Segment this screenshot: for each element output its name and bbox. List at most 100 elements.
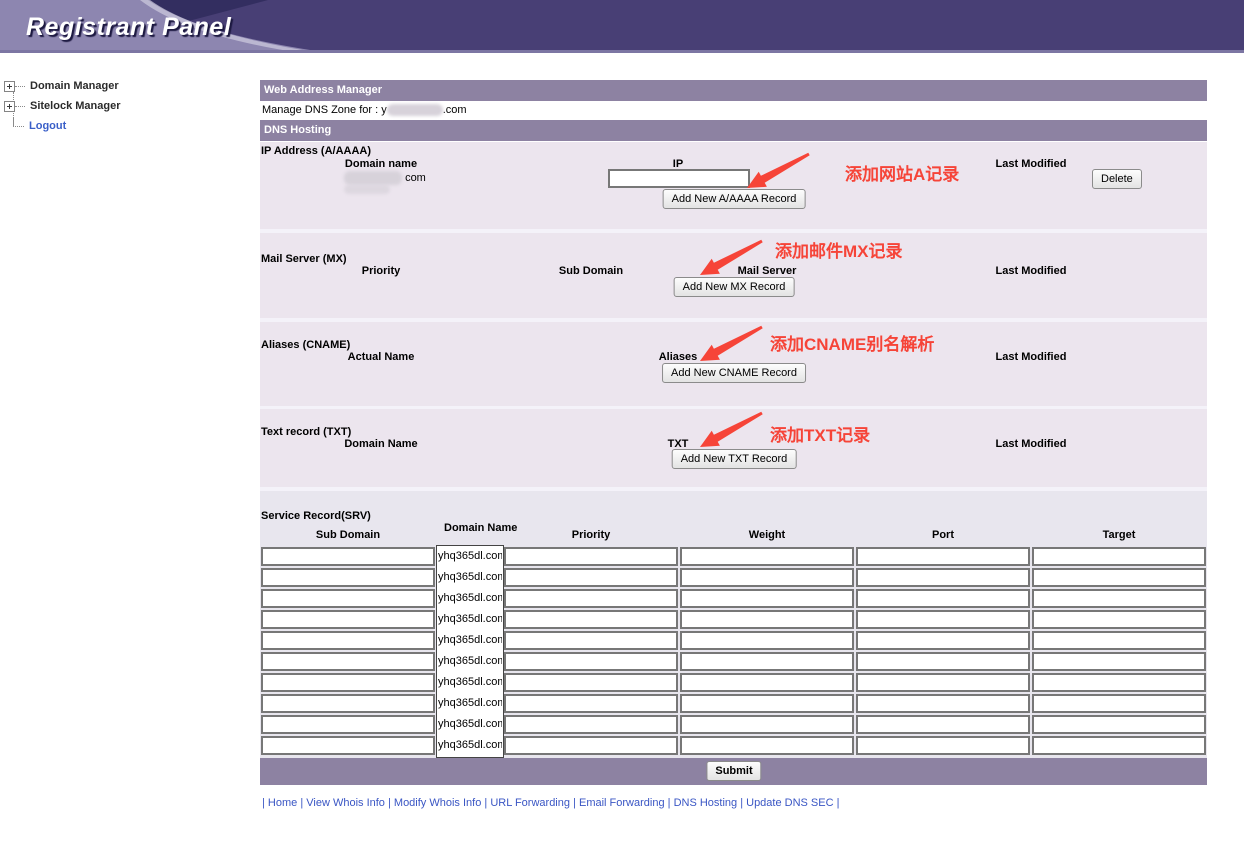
footer-link-dns-hosting[interactable]: DNS Hosting <box>674 797 738 809</box>
sidebar-item-label[interactable]: Domain Manager <box>30 80 119 92</box>
section-title: Service Record(SRV) <box>261 510 371 522</box>
srv-port-input[interactable] <box>856 652 1030 671</box>
srv-weight-input[interactable] <box>680 568 854 587</box>
srv-weight-input[interactable] <box>680 694 854 713</box>
sidebar-item-label[interactable]: Sitelock Manager <box>30 100 120 112</box>
footer-link-modify-whois-info[interactable]: Modify Whois Info <box>394 797 481 809</box>
srv-subdomain-input[interactable] <box>261 715 435 734</box>
srv-port-input[interactable] <box>856 736 1030 755</box>
srv-priority-input[interactable] <box>504 715 678 734</box>
srv-weight-input[interactable] <box>680 631 854 650</box>
red-arrow-icon <box>745 151 812 191</box>
srv-subdomain-input[interactable] <box>261 568 435 587</box>
tree-dash-icon <box>15 106 25 107</box>
srv-weight-input[interactable] <box>680 610 854 629</box>
srv-target-input[interactable] <box>1032 589 1206 608</box>
srv-priority-input[interactable] <box>504 673 678 692</box>
srv-target-input[interactable] <box>1032 736 1206 755</box>
tree-dash-icon <box>15 86 25 87</box>
srv-subdomain-input[interactable] <box>261 610 435 629</box>
web-address-manager-bar: Web Address Manager <box>260 80 1207 101</box>
srv-target-input[interactable] <box>1032 652 1206 671</box>
srv-priority-input[interactable] <box>504 610 678 629</box>
srv-weight-input[interactable] <box>680 715 854 734</box>
add-txt-record-button[interactable]: Add New TXT Record <box>672 449 797 469</box>
srv-priority-input[interactable] <box>504 568 678 587</box>
delete-a-record-button[interactable]: Delete <box>1092 169 1142 189</box>
submit-button[interactable]: Submit <box>706 761 761 781</box>
srv-row: yhq365dl.com <box>260 631 1207 652</box>
srv-weight-input[interactable] <box>680 736 854 755</box>
sidebar-item-sitelock-manager[interactable]: Sitelock Manager <box>4 98 120 114</box>
srv-port-input[interactable] <box>856 589 1030 608</box>
red-arrow-icon <box>698 238 765 278</box>
annotation-add-a-record: 添加网站A记录 <box>845 160 959 185</box>
srv-row: yhq365dl.com <box>260 589 1207 610</box>
srv-weight-input[interactable] <box>680 547 854 566</box>
srv-row: yhq365dl.com <box>260 673 1207 694</box>
srv-target-input[interactable] <box>1032 715 1206 734</box>
redacted-domain-blur <box>387 104 443 116</box>
srv-port-input[interactable] <box>856 631 1030 650</box>
srv-target-input[interactable] <box>1032 610 1206 629</box>
add-cname-record-button[interactable]: Add New CNAME Record <box>662 363 806 383</box>
srv-weight-input[interactable] <box>680 673 854 692</box>
column-header-priority: Priority <box>572 529 611 541</box>
srv-subdomain-input[interactable] <box>261 652 435 671</box>
red-arrow-icon <box>698 410 765 450</box>
srv-row: yhq365dl.com <box>260 610 1207 631</box>
add-a-record-button[interactable]: Add New A/AAAA Record <box>663 189 806 209</box>
footer-link-home[interactable]: Home <box>268 797 297 809</box>
srv-target-input[interactable] <box>1032 694 1206 713</box>
add-mx-record-button[interactable]: Add New MX Record <box>674 277 795 297</box>
srv-priority-input[interactable] <box>504 694 678 713</box>
srv-priority-input[interactable] <box>504 589 678 608</box>
srv-priority-input[interactable] <box>504 547 678 566</box>
column-header-last-modified: Last Modified <box>996 158 1067 170</box>
srv-target-input[interactable] <box>1032 568 1206 587</box>
column-header-aliases: Aliases <box>659 351 698 363</box>
column-header-weight: Weight <box>749 529 785 541</box>
srv-port-input[interactable] <box>856 673 1030 692</box>
expand-plus-icon[interactable] <box>4 81 15 92</box>
footer-link-view-whois-info[interactable]: View Whois Info <box>306 797 385 809</box>
srv-port-input[interactable] <box>856 568 1030 587</box>
expand-plus-icon[interactable] <box>4 101 15 112</box>
srv-weight-input[interactable] <box>680 589 854 608</box>
srv-target-input[interactable] <box>1032 673 1206 692</box>
srv-subdomain-input[interactable] <box>261 673 435 692</box>
sidebar-item-logout[interactable]: Logout <box>4 118 66 134</box>
srv-domain-name: yhq365dl.com <box>438 592 502 604</box>
srv-priority-input[interactable] <box>504 652 678 671</box>
column-header-port: Port <box>932 529 954 541</box>
column-header-last-modified: Last Modified <box>996 265 1067 277</box>
srv-port-input[interactable] <box>856 715 1030 734</box>
logout-link[interactable]: Logout <box>29 120 66 132</box>
sidebar-item-domain-manager[interactable]: Domain Manager <box>4 78 119 94</box>
srv-port-input[interactable] <box>856 610 1030 629</box>
footer-link-email-forwarding[interactable]: Email Forwarding <box>579 797 665 809</box>
srv-priority-input[interactable] <box>504 631 678 650</box>
section-title: Text record (TXT) <box>261 426 351 438</box>
srv-target-input[interactable] <box>1032 547 1206 566</box>
srv-port-input[interactable] <box>856 694 1030 713</box>
column-header-target: Target <box>1103 529 1136 541</box>
srv-subdomain-input[interactable] <box>261 736 435 755</box>
srv-row: yhq365dl.com <box>260 694 1207 715</box>
footer-link-update-dns-sec[interactable]: Update DNS SEC <box>746 797 833 809</box>
srv-subdomain-input[interactable] <box>261 694 435 713</box>
manage-zone-row: Manage DNS Zone for : y.com <box>260 101 1207 120</box>
manage-zone-suffix: .com <box>443 104 467 116</box>
srv-subdomain-input[interactable] <box>261 631 435 650</box>
footer-link-url-forwarding[interactable]: URL Forwarding <box>490 797 570 809</box>
srv-subdomain-input[interactable] <box>261 547 435 566</box>
srv-target-input[interactable] <box>1032 631 1206 650</box>
srv-weight-input[interactable] <box>680 652 854 671</box>
srv-domain-name: yhq365dl.com <box>438 655 502 667</box>
srv-priority-input[interactable] <box>504 736 678 755</box>
ip-address-input[interactable] <box>608 169 750 188</box>
srv-port-input[interactable] <box>856 547 1030 566</box>
redacted-domain-blur <box>344 171 402 185</box>
srv-subdomain-input[interactable] <box>261 589 435 608</box>
section-title: IP Address (A/AAAA) <box>261 145 371 157</box>
